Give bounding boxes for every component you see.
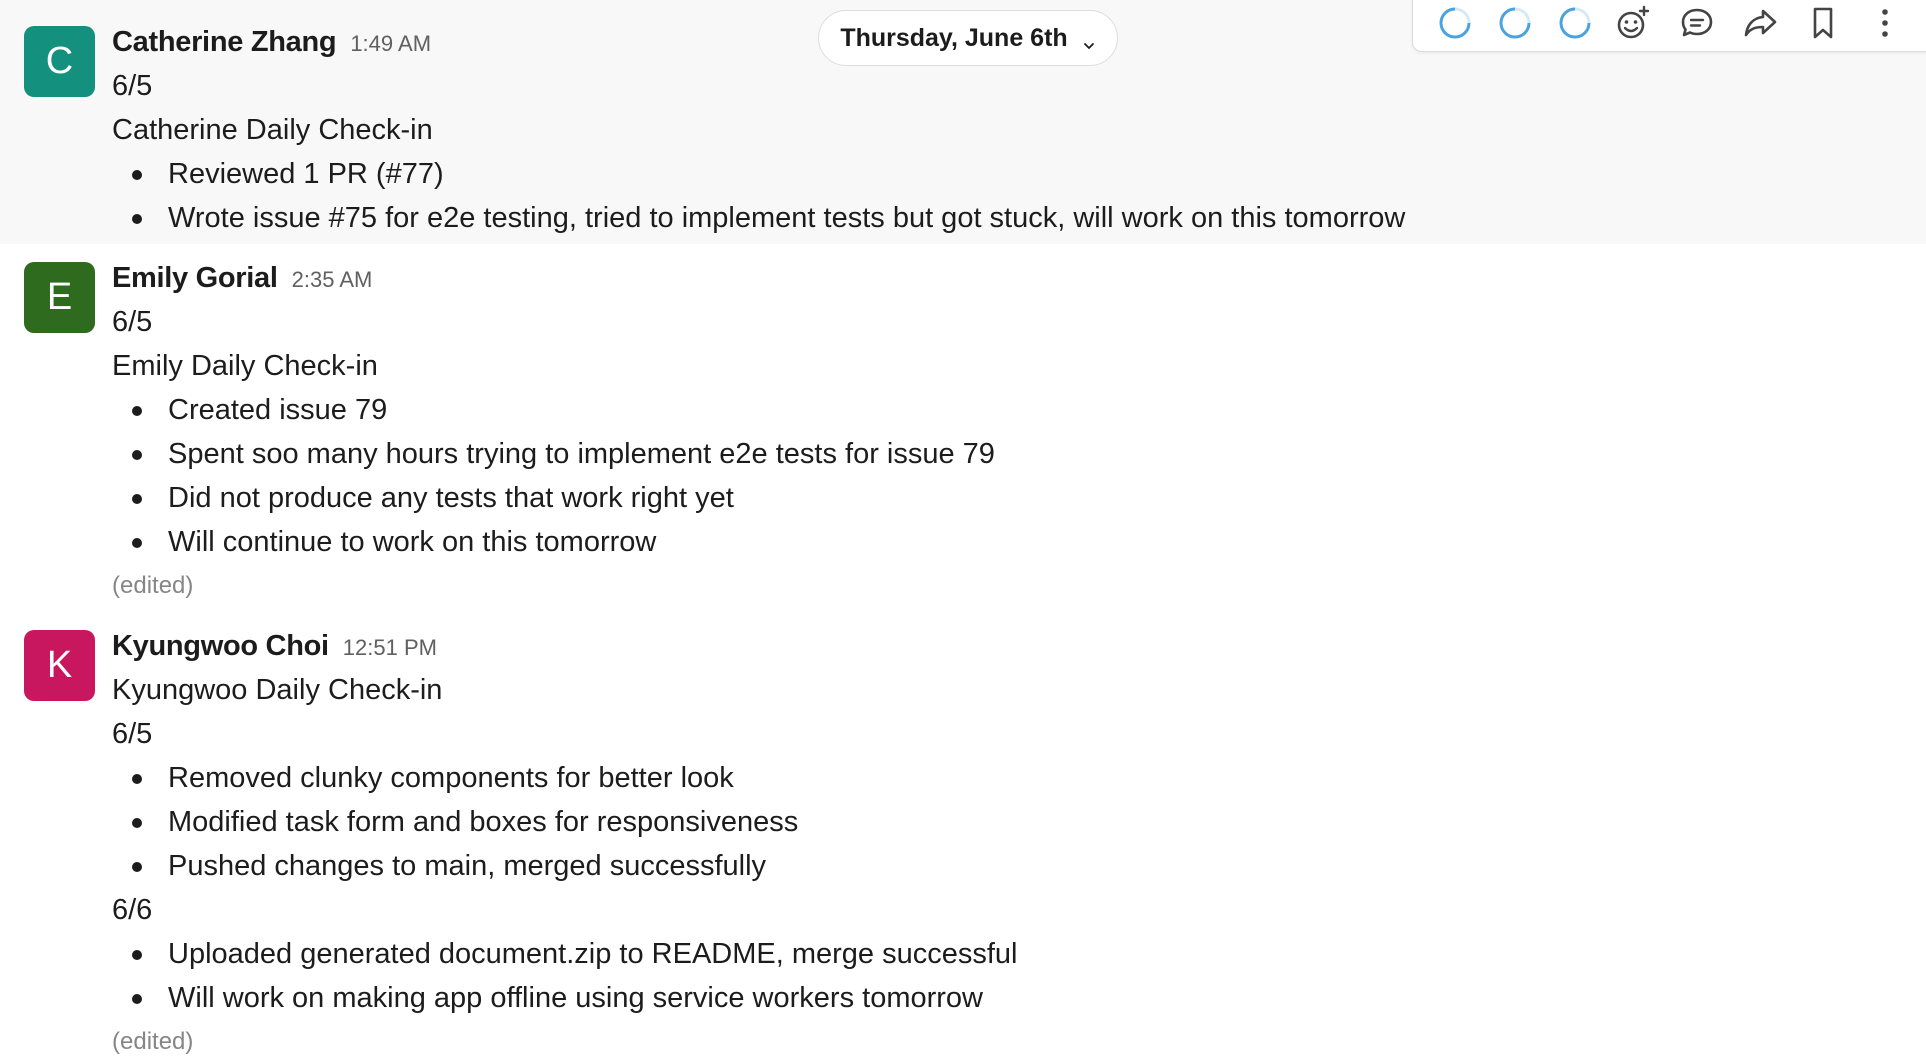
list-item: Modified task form and boxes for respons… <box>112 800 1886 844</box>
bookmark-icon[interactable] <box>1801 1 1845 45</box>
section-date: 6/6 <box>112 894 153 926</box>
message-line: 6/5 <box>112 306 153 338</box>
section-date: 6/5 <box>112 718 153 750</box>
message-actions-toolbar <box>1412 0 1926 52</box>
message-header: Emily Gorial 2:35 AM <box>112 256 1886 300</box>
list-item: Uploaded generated document.zip to READM… <box>112 932 1886 976</box>
reaction-loading-icon[interactable] <box>1493 1 1537 45</box>
list-item: Created issue 79 <box>112 388 1886 432</box>
avatar[interactable]: K <box>24 630 95 701</box>
message-line: Catherine Daily Check-in <box>112 114 433 146</box>
avatar[interactable]: C <box>24 26 95 97</box>
list-item: Reviewed 1 PR (#77) <box>112 152 1886 196</box>
reply-in-thread-icon[interactable] <box>1675 1 1719 45</box>
avatar[interactable]: E <box>24 262 95 333</box>
forward-icon[interactable] <box>1739 1 1783 45</box>
message-body: Emily Gorial 2:35 AM 6/5 Emily Daily Chec… <box>112 256 1886 608</box>
list-item: Did not produce any tests that work righ… <box>112 476 1886 520</box>
chevron-down-icon <box>1082 31 1096 49</box>
edited-label: (edited) <box>112 572 194 599</box>
edited-label: (edited) <box>112 1028 194 1055</box>
reaction-loading-icon[interactable] <box>1433 1 1477 45</box>
message-line: Kyungwoo Daily Check-in <box>112 674 443 706</box>
list-item: Will work on making app offline using se… <box>112 976 1886 1020</box>
list-item: Pushed changes to main, merged successfu… <box>112 844 1886 888</box>
list-item: Will continue to work on this tomorrow <box>112 520 1886 564</box>
timestamp[interactable]: 2:35 AM <box>292 267 373 292</box>
list-item: Wrote issue #75 for e2e testing, tried t… <box>112 196 1886 240</box>
list-item: Spent soo many hours trying to implement… <box>112 432 1886 476</box>
timestamp[interactable]: 1:49 AM <box>350 31 431 56</box>
message-line: Emily Daily Check-in <box>112 350 378 382</box>
author-name[interactable]: Emily Gorial <box>112 262 278 294</box>
reaction-loading-icon[interactable] <box>1553 1 1597 45</box>
more-actions-icon[interactable] <box>1863 1 1907 45</box>
message-header: Kyungwoo Choi 12:51 PM <box>112 624 1886 668</box>
timestamp[interactable]: 12:51 PM <box>343 635 437 660</box>
message-kyungwoo[interactable]: K Kyungwoo Choi 12:51 PM Kyungwoo Daily C… <box>0 612 1926 1056</box>
message-line: 6/5 <box>112 70 153 102</box>
list-item: Removed clunky components for better loo… <box>112 756 1886 800</box>
author-name[interactable]: Kyungwoo Choi <box>112 630 329 662</box>
message-list: C Catherine Zhang 1:49 AM 6/5 Catherine D… <box>0 0 1926 1056</box>
date-divider-button[interactable]: Thursday, June 6th <box>818 10 1118 66</box>
date-divider-label: Thursday, June 6th <box>840 23 1068 52</box>
author-name[interactable]: Catherine Zhang <box>112 26 337 58</box>
add-reaction-icon[interactable] <box>1611 1 1655 45</box>
message-emily[interactable]: E Emily Gorial 2:35 AM 6/5 Emily Daily Ch… <box>0 244 1926 606</box>
message-body: Kyungwoo Choi 12:51 PM Kyungwoo Daily Che… <box>112 624 1886 1056</box>
